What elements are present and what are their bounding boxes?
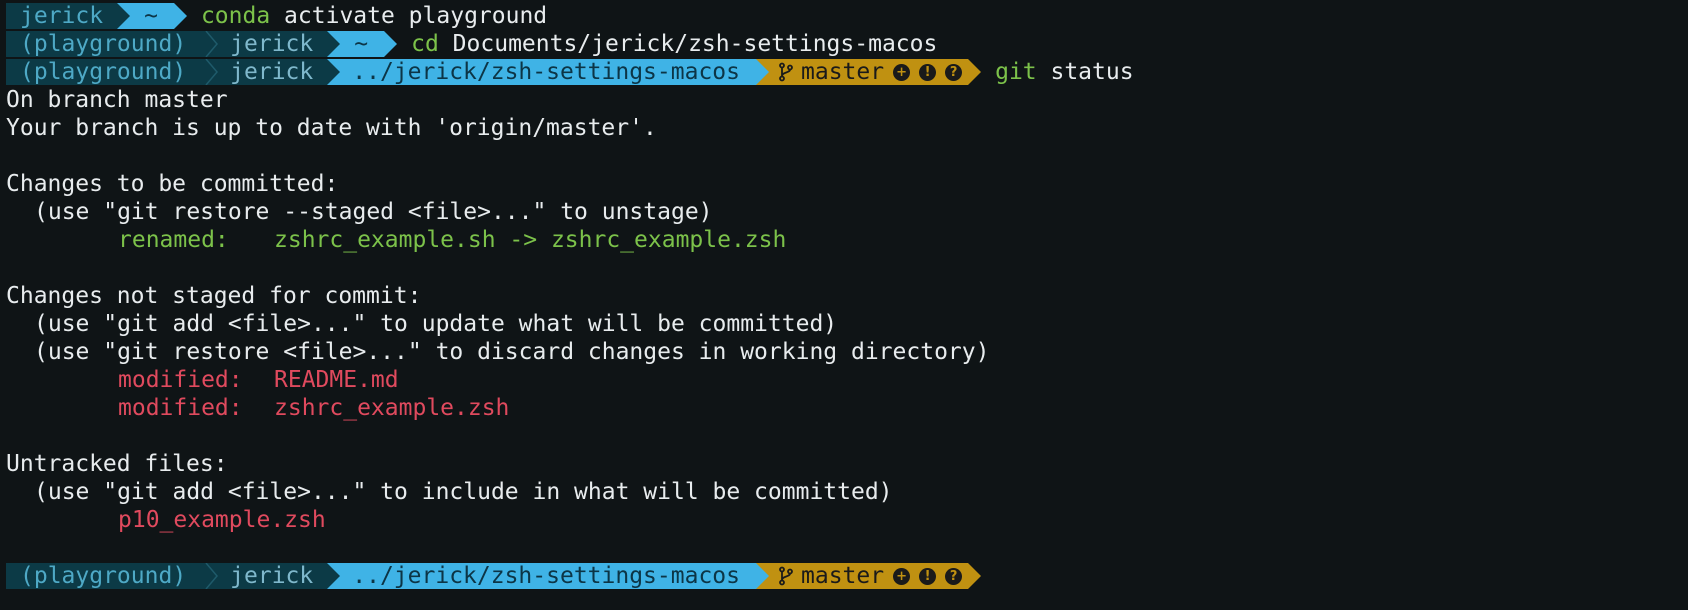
prompt-dir-segment: ../jerick/zsh-settings-macos (340, 563, 756, 589)
command-args: status (1036, 59, 1134, 85)
unstaged-hint: (use "git add <file>..." to update what … (34, 311, 838, 337)
prompt-line-current[interactable]: (playground) jerick ../jerick/zsh-settings… (6, 562, 1676, 590)
prompt-user-label: jerick (230, 563, 314, 589)
untracked-file: p10_example.zsh (118, 507, 326, 533)
git-branch-icon (779, 62, 793, 82)
command-keyword: cd (411, 31, 439, 57)
segment-separator-icon (756, 563, 769, 589)
git-branch-label: master (801, 59, 885, 85)
question-circle-icon: ? (945, 63, 963, 81)
thin-separator-icon (205, 563, 219, 589)
prompt-line-3: (playground) jerick ../jerick/zsh-settings… (6, 58, 1676, 86)
staged-file-value: zshrc_example.sh -> zshrc_example.zsh (274, 227, 787, 253)
prompt-git-segment: master +!? (769, 563, 969, 589)
untracked-hint: (use "git add <file>..." to include in w… (34, 479, 893, 505)
prompt-user-segment: jerick (200, 563, 328, 589)
git-branch-label: master (801, 563, 885, 589)
untracked-header: Untracked files: (6, 451, 228, 477)
segment-separator-icon (327, 59, 341, 85)
prompt-line-1: jerick ~ conda activate playground (6, 2, 1676, 30)
thin-separator-icon (205, 59, 219, 85)
command-keyword: conda (200, 3, 271, 29)
thin-separator-icon (205, 31, 219, 57)
prompt-line-2: (playground) jerick ~ cd Documents/jerick/z… (6, 30, 1676, 58)
modified-file-row: modified: zshrc_example.zsh (6, 394, 1676, 422)
modified-file: README.md (274, 367, 399, 393)
prompt-env-segment: (playground) (6, 59, 201, 85)
segment-end-icon (384, 31, 398, 57)
prompt-env-segment: (playground) (6, 31, 201, 57)
segment-end-icon (968, 563, 982, 589)
staged-hint: (use "git restore --staged <file>..." to… (34, 199, 713, 225)
segment-separator-icon (327, 31, 341, 57)
command-args: activate playground (270, 3, 548, 29)
question-circle-icon: ? (945, 567, 963, 585)
modified-label: modified: (118, 367, 243, 393)
segment-separator-icon (327, 563, 341, 589)
segment-separator-icon (117, 3, 131, 29)
output-line: Your branch is up to date with 'origin/m… (6, 115, 657, 141)
prompt-user-segment: jerick (200, 31, 328, 57)
modified-label: modified: (118, 395, 243, 421)
staged-header: Changes to be committed: (6, 171, 339, 197)
segment-separator-icon (756, 59, 769, 85)
exclamation-circle-icon: ! (919, 63, 937, 81)
command-args: Documents/jerick/zsh-settings-macos (438, 31, 938, 57)
prompt-dir-segment: ~ (340, 31, 385, 57)
plus-circle-icon: + (893, 567, 911, 585)
unstaged-header: Changes not staged for commit: (6, 283, 422, 309)
prompt-env-segment: (playground) (6, 563, 201, 589)
prompt-user-segment: jerick (6, 3, 118, 29)
prompt-dir-segment: ../jerick/zsh-settings-macos (340, 59, 756, 85)
prompt-user-label: jerick (230, 59, 314, 85)
plus-circle-icon: + (893, 63, 911, 81)
output-line: On branch master (6, 87, 228, 113)
modified-file-row: modified: README.md (6, 366, 1676, 394)
command-keyword: git (995, 59, 1037, 85)
terminal-window[interactable]: jerick ~ conda activate playground (playgr… (6, 2, 1676, 590)
git-branch-icon (779, 566, 793, 586)
prompt-git-segment: master +!? (769, 59, 969, 85)
prompt-user-segment: jerick (200, 59, 328, 85)
modified-file: zshrc_example.zsh (274, 395, 510, 421)
staged-file-label: renamed: (118, 227, 229, 253)
exclamation-circle-icon: ! (919, 567, 937, 585)
staged-file-row: renamed: zshrc_example.sh -> zshrc_exampl… (6, 226, 1676, 254)
segment-end-icon (173, 3, 187, 29)
prompt-dir-segment: ~ (130, 3, 174, 29)
segment-end-icon (968, 59, 982, 85)
unstaged-hint: (use "git restore <file>..." to discard … (34, 339, 990, 365)
prompt-user-label: jerick (230, 31, 314, 57)
